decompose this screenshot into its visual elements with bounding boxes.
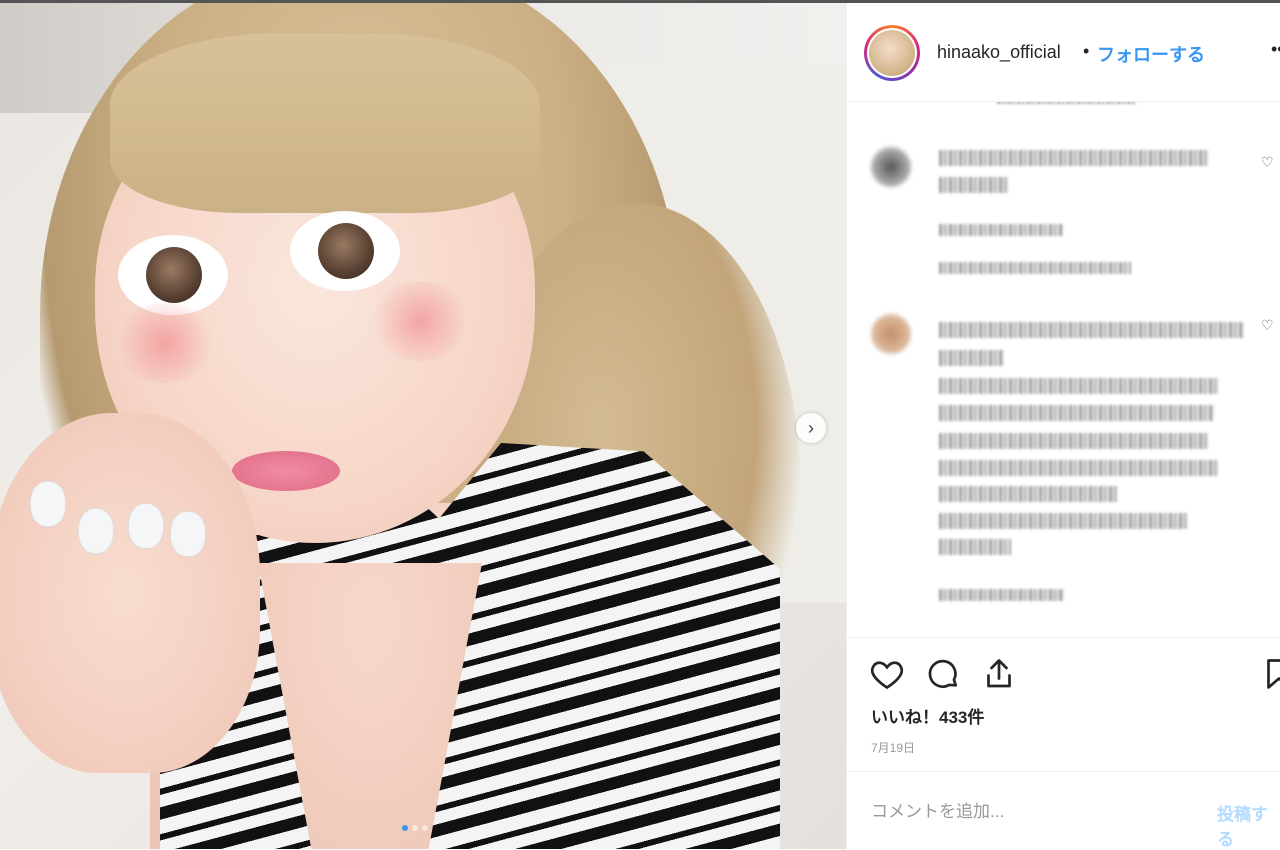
post-photo[interactable]: › [0,3,846,849]
commenter-avatar[interactable] [871,147,911,187]
redacted-comment-meta [939,589,1064,601]
redacted-comment-text [939,433,1209,449]
commenter-avatar[interactable] [871,314,911,354]
comment-like-icon[interactable]: ♡ [1261,154,1274,171]
photo-eye-right [290,211,400,291]
photo-nail [78,508,114,554]
likes-count[interactable]: いいね！433件 [871,703,984,728]
avatar-image [869,30,915,76]
carousel-dot [422,825,428,831]
comments-list[interactable]: ♡ ♡ [847,102,1280,637]
redacted-text [997,102,1137,104]
redacted-comment-text [939,405,1214,421]
heart-icon[interactable] [869,656,905,692]
photo-nail [170,511,206,557]
redacted-comment-text [939,150,1209,166]
header-separator: • [1083,41,1090,61]
comment-input[interactable] [869,796,1203,828]
bookmark-icon[interactable] [1261,656,1280,692]
post-sidebar: hinaako_official • フォローする ••• ♡ ♡ [846,3,1280,849]
redacted-comment-text [939,486,1117,502]
photo-nail [30,481,66,527]
redacted-comment-text [939,322,1244,338]
comment-like-icon[interactable]: ♡ [1261,317,1274,334]
redacted-comment-meta [939,224,1063,236]
carousel-dot-active [402,825,408,831]
redacted-comment-text [939,177,1009,193]
redacted-comment-text [939,513,1187,529]
follow-button[interactable]: フォローする [1097,41,1205,67]
more-options-icon[interactable]: ••• [1271,39,1280,60]
redacted-view-replies [939,262,1131,274]
add-comment-bar: 投稿する [847,771,1280,850]
avatar[interactable] [864,25,920,81]
photo-cheek-left [110,303,220,383]
redacted-comment-text [939,378,1219,394]
carousel-indicator [402,825,428,831]
chevron-right-icon: › [808,417,814,438]
comment-icon[interactable] [925,656,961,692]
post-header: hinaako_official • フォローする ••• [847,3,1280,102]
photo-hand [0,413,260,773]
post-date[interactable]: 7月19日 [871,739,915,756]
photo-bangs [110,33,540,213]
photo-cheek-right [365,281,475,361]
post-comment-button[interactable]: 投稿する [1217,800,1280,850]
photo-lips [232,451,340,491]
carousel-next-button[interactable]: › [796,413,826,443]
redacted-comment-text [939,350,1004,366]
redacted-comment-text [939,539,1011,555]
share-icon[interactable] [981,656,1017,692]
username-link[interactable]: hinaako_official [937,42,1061,63]
redacted-comment-text [939,460,1219,476]
carousel-dot [412,825,418,831]
photo-nail [128,503,164,549]
